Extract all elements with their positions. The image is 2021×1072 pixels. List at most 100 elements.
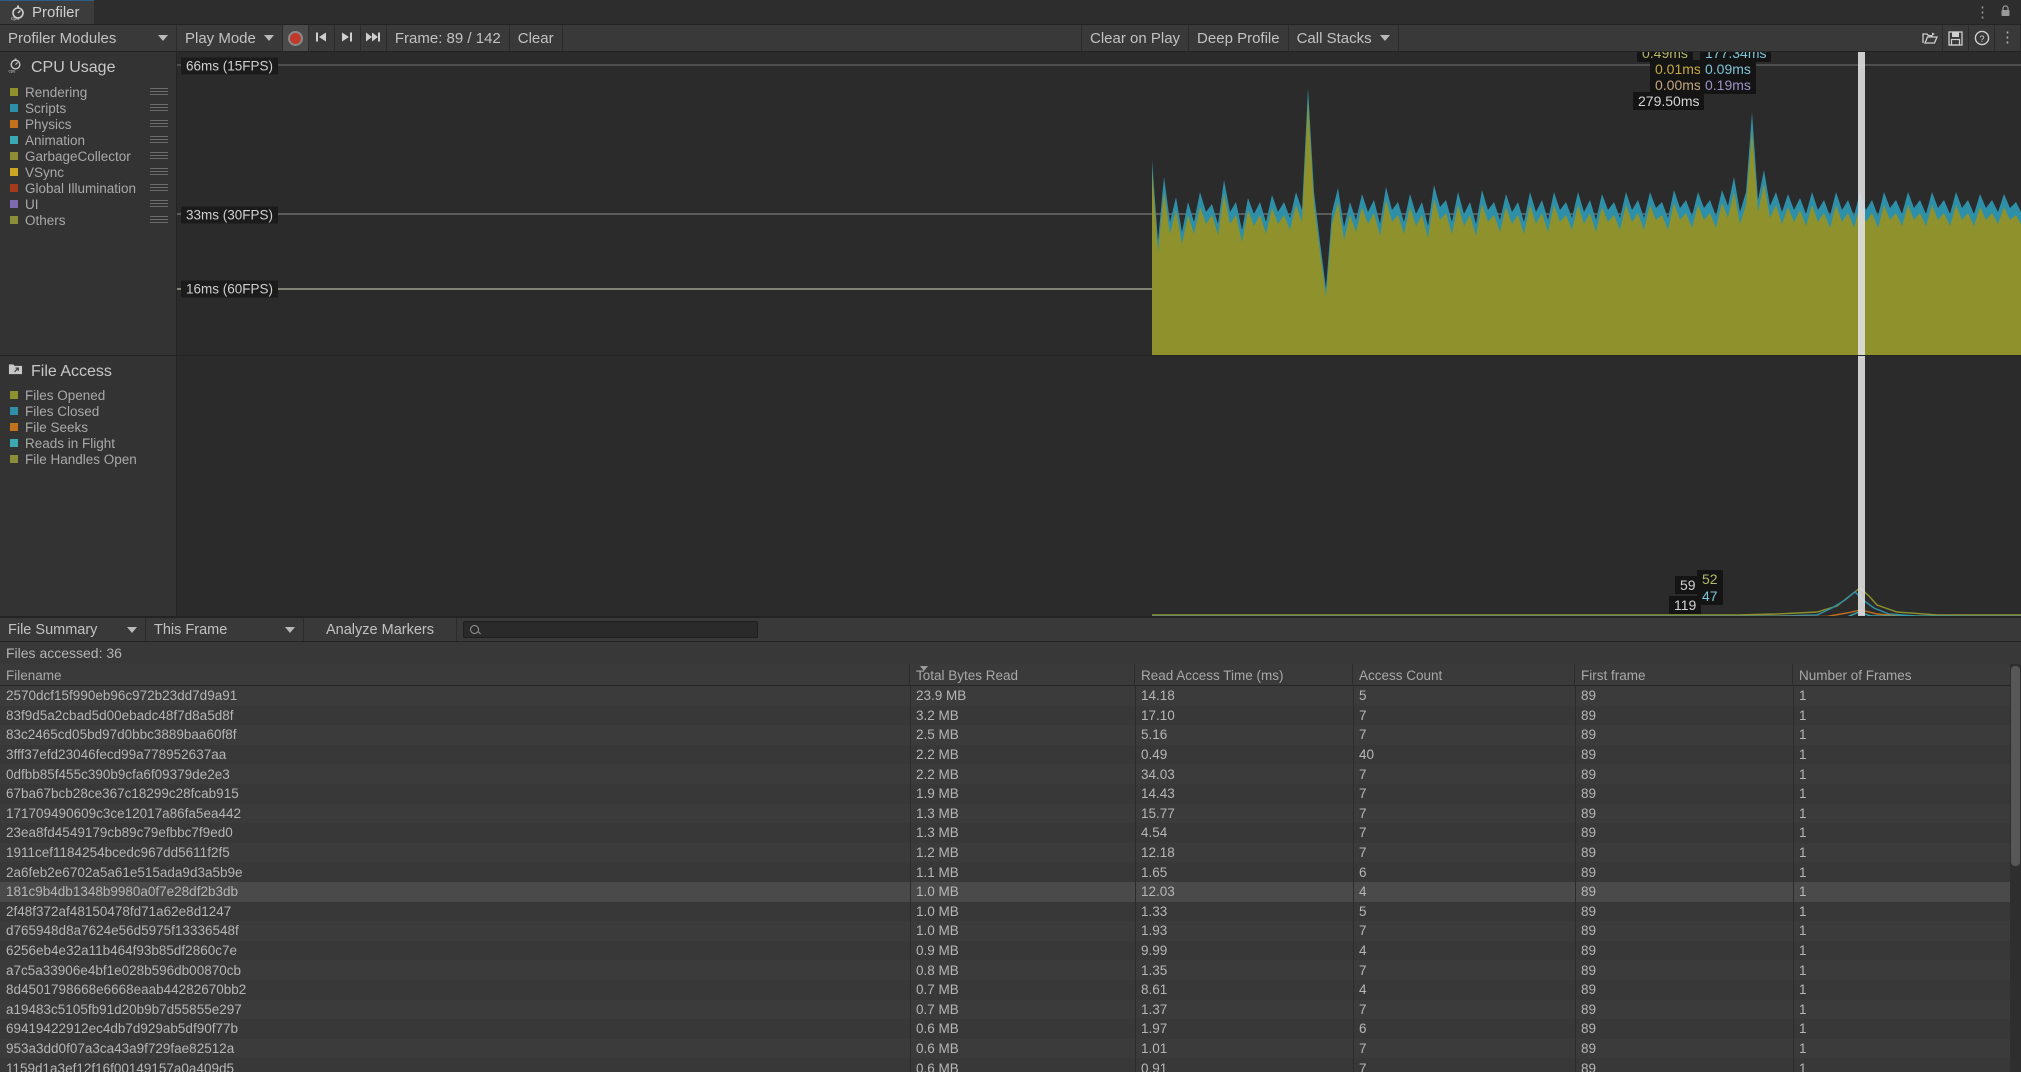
fa-legend-item[interactable]: Files Closed [6, 403, 176, 419]
play-mode-label: Play Mode [185, 29, 256, 47]
call-stacks-dropdown[interactable]: Call Stacks [1289, 25, 1399, 51]
table-row[interactable]: 8d4501798668e6668eaab44282670bb2 0.7 MB 8.… [0, 979, 2021, 1000]
table-scrollbar[interactable] [2010, 664, 2021, 1072]
table-cell-number-of-frames: 1 [1799, 786, 1807, 802]
table-column-header[interactable]: Filename [0, 664, 910, 685]
table-row[interactable]: 171709490609c3ce12017a86fa5ea442 1.3 MB 15… [0, 803, 2021, 824]
table-row[interactable]: 83c2465cd05bd97d0bbc3889baa60f8f 2.5 MB 5.… [0, 725, 2021, 745]
cpu-legend-item[interactable]: Physics [6, 116, 176, 132]
cpu-legend-item[interactable]: Global Illumination [6, 180, 176, 196]
details-toolbar: File Summary This Frame Analyze Markers [0, 617, 2021, 642]
clear-button[interactable]: Clear [510, 25, 563, 51]
table-row[interactable]: 1159d1a3ef12f16f00149157a0a409d5 0.6 MB 0.… [0, 1058, 2021, 1072]
table-cell-filename: 8d4501798668e6668eaab44282670bb2 [6, 982, 247, 998]
table-cell-filename: 67ba67bcb28ce367c18299c28fcab915 [6, 786, 239, 802]
file-access-title[interactable]: File Access [6, 362, 176, 381]
table-cell-read-access-time-ms: 1.65 [1141, 864, 1168, 880]
search-input[interactable] [462, 621, 758, 638]
cpu-legend-item[interactable]: Rendering [6, 84, 176, 100]
drag-handle-icon[interactable] [150, 152, 168, 160]
first-frame-button[interactable] [309, 25, 335, 51]
last-frame-button[interactable] [361, 25, 387, 51]
drag-handle-icon[interactable] [150, 136, 168, 144]
profiler-modules-dropdown[interactable]: Profiler Modules [0, 25, 177, 51]
table-row[interactable]: 23ea8fd4549179cb89c79efbbc7f9ed0 1.3 MB 4.… [0, 823, 2021, 843]
kebab-menu-icon[interactable]: ⋮ [1975, 5, 1990, 20]
load-profile-button[interactable] [1917, 25, 1943, 51]
table-cell-read-access-time-ms: 1.35 [1141, 962, 1168, 978]
table-body[interactable]: 2570dcf15f990eb96c972b23dd7d9a91 23.9 MB 1… [0, 686, 2021, 1072]
frame-scope-dropdown[interactable]: This Frame [146, 618, 304, 641]
cpu-legend-item[interactable]: Others [6, 212, 176, 228]
help-button[interactable]: ? [1969, 25, 1995, 51]
save-profile-button[interactable] [1943, 25, 1969, 51]
table-cell-first-frame: 89 [1581, 845, 1597, 861]
record-icon [287, 30, 303, 46]
cpu-legend-item[interactable]: GarbageCollector [6, 148, 176, 164]
table-column-header[interactable]: Number of Frames [1793, 664, 2011, 685]
cpu-usage-legend: cpu CPU Usage Rendering Scripts Physics Ani… [0, 52, 177, 355]
table-cell-read-access-time-ms: 0.49 [1141, 747, 1168, 763]
drag-handle-icon[interactable] [150, 104, 168, 112]
cpu-legend-item[interactable]: Animation [6, 132, 176, 148]
cpu-legend-item[interactable]: VSync [6, 164, 176, 180]
table-row[interactable]: a7c5a33906e4bf1e028b596db00870cb 0.8 MB 1.… [0, 960, 2021, 980]
drag-handle-icon[interactable] [150, 120, 168, 128]
table-row[interactable]: 1911cef1184254bcedc967dd5611f2f5 1.2 MB 12… [0, 842, 2021, 863]
view-type-dropdown[interactable]: File Summary [0, 618, 146, 641]
deep-profile-button[interactable]: Deep Profile [1189, 25, 1289, 51]
cpu-legend-item[interactable]: Scripts [6, 100, 176, 116]
table-row[interactable]: 69419422912ec4db7d929ab5df90f77b 0.6 MB 1.… [0, 1019, 2021, 1039]
table-column-header[interactable]: First frame [1575, 664, 1793, 685]
table-column-divider [1575, 686, 1576, 1072]
cpu-usage-title[interactable]: cpu CPU Usage [6, 58, 176, 78]
table-column-header[interactable]: Read Access Time (ms) [1135, 664, 1353, 685]
table-row[interactable]: 953a3dd0f07a3ca43a9f729fae82512a 0.6 MB 1.… [0, 1038, 2021, 1059]
table-column-header[interactable]: Total Bytes Read [910, 664, 1135, 685]
drag-handle-icon[interactable] [150, 200, 168, 208]
table-row[interactable]: a19483c5105fb91d20b9b7d55855e297 0.7 MB 1.… [0, 999, 2021, 1020]
table-column-header[interactable]: Access Count [1353, 664, 1575, 685]
table-cell-total-bytes-read: 0.9 MB [916, 943, 959, 959]
drag-handle-icon[interactable] [150, 88, 168, 96]
fa-legend-item[interactable]: Files Opened [6, 387, 176, 403]
table-row[interactable]: 0dfbb85f455c390b9cfa6f09379de2e3 2.2 MB 34… [0, 764, 2021, 784]
toolbar-more-button[interactable]: ⋮ [1995, 25, 2021, 51]
play-mode-dropdown[interactable]: Play Mode [177, 25, 283, 51]
tab-profiler[interactable]: cpu Profiler [0, 0, 94, 24]
table-row[interactable]: 3fff37efd23046fecd99a778952637aa 2.2 MB 0.… [0, 744, 2021, 765]
table-scrollbar-thumb[interactable] [2011, 666, 2020, 866]
table-row[interactable]: 83f9d5a2cbad5d00ebadc48f7d8a5d8f 3.2 MB 17… [0, 705, 2021, 726]
table-cell-filename: 181c9b4db1348b9980a0f7e28df2b3db [6, 884, 238, 900]
record-button[interactable] [282, 25, 309, 51]
table-cell-total-bytes-read: 0.6 MB [916, 1040, 959, 1056]
table-row[interactable]: 2570dcf15f990eb96c972b23dd7d9a91 23.9 MB 1… [0, 686, 2021, 706]
drag-handle-icon[interactable] [150, 168, 168, 176]
cpu-usage-graph[interactable]: 66ms (15FPS) 33ms (30FPS) 16ms (60FPS) 0.4… [177, 52, 2021, 355]
table-row[interactable]: 6256eb4e32a11b464f93b85df2860c7e 0.9 MB 9.… [0, 940, 2021, 961]
fa-legend-item[interactable]: File Seeks [6, 419, 176, 435]
legend-item-label: Reads in Flight [25, 435, 116, 451]
table-row[interactable]: 181c9b4db1348b9980a0f7e28df2b3db 1.0 MB 12… [0, 881, 2021, 902]
profiler-modules: cpu CPU Usage Rendering Scripts Physics Ani… [0, 52, 2021, 617]
analyze-markers-button[interactable]: Analyze Markers [304, 618, 457, 641]
file-access-graph[interactable]: 59 52 47 119 [177, 356, 2021, 616]
lock-icon[interactable] [2000, 4, 2011, 21]
drag-handle-icon[interactable] [150, 184, 168, 192]
next-frame-button[interactable] [335, 25, 361, 51]
table-row[interactable]: d765948d8a7624e56d5975f13336548f 1.0 MB 1.… [0, 921, 2021, 941]
fa-legend-item[interactable]: File Handles Open [6, 451, 176, 467]
drag-handle-icon[interactable] [150, 216, 168, 224]
legend-item-label: Files Opened [25, 387, 106, 403]
table-row[interactable]: 67ba67bcb28ce367c18299c28fcab915 1.9 MB 14… [0, 783, 2021, 804]
table-row[interactable]: 2f48f372af48150478fd71a62e8d1247 1.0 MB 1.… [0, 901, 2021, 922]
table-cell-total-bytes-read: 0.6 MB [916, 1021, 959, 1037]
cpu-legend-item[interactable]: UI [6, 196, 176, 212]
call-stacks-label: Call Stacks [1296, 29, 1372, 47]
table-column-divider [1793, 686, 1794, 1072]
table-cell-read-access-time-ms: 12.18 [1141, 845, 1175, 861]
table-row[interactable]: 2a6feb2e6702a5a61e515ada9d3a5b9e 1.1 MB 1.… [0, 862, 2021, 882]
toolbar-spacer [563, 25, 1082, 51]
clear-on-play-button[interactable]: Clear on Play [1082, 25, 1190, 51]
fa-legend-item[interactable]: Reads in Flight [6, 435, 176, 451]
